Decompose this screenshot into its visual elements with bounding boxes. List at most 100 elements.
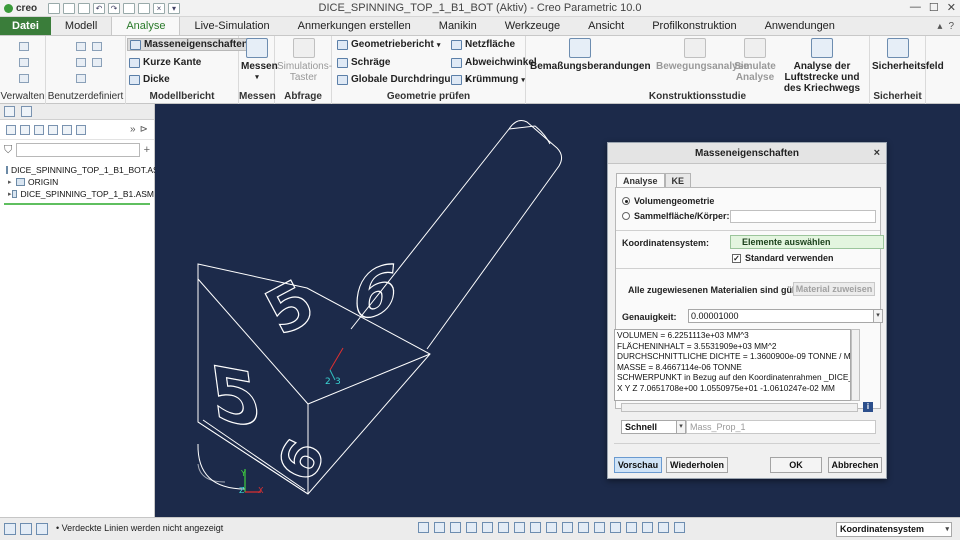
cancel-button[interactable]: Abbrechen [828, 457, 882, 473]
view-manager-icon[interactable] [514, 522, 525, 533]
dialog-title-bar[interactable]: Masseneigenschaften × [608, 143, 886, 164]
manage-icon-1[interactable] [19, 42, 29, 51]
annotation-display-icon[interactable] [562, 522, 573, 533]
custom-icon-4[interactable] [92, 58, 102, 67]
new-file-icon[interactable] [48, 2, 60, 14]
kurze-kante-button[interactable]: Kurze Kante [129, 57, 201, 68]
custom-icon-2[interactable] [92, 42, 102, 51]
close-icon[interactable]: × [874, 143, 880, 164]
coord-system-collector[interactable]: Elemente auswählen [730, 235, 884, 249]
preview-button[interactable]: Vorschau [614, 457, 662, 473]
tree-item-subassembly[interactable]: ▸ DICE_SPINNING_TOP_1_B1.ASM [0, 188, 154, 200]
perspective-icon[interactable] [530, 522, 541, 533]
help-icon[interactable]: ? [948, 21, 954, 32]
section-icon[interactable] [594, 522, 605, 533]
creo-logo[interactable]: creo [0, 3, 48, 14]
spin-center-icon[interactable] [578, 522, 589, 533]
regenerate-icon[interactable] [123, 2, 135, 14]
minimize-icon[interactable]: — [910, 1, 921, 14]
display-style-icon[interactable] [482, 522, 493, 533]
netzflaeche-button[interactable]: Netzfläche [451, 39, 515, 50]
expand-panel-icon[interactable]: » [130, 124, 136, 135]
tab-analyse[interactable]: Analyse [111, 17, 181, 35]
schraege-button[interactable]: Schräge [337, 57, 390, 68]
bemassungsberandungen-button[interactable]: Bemaßungsberandungen [530, 38, 651, 72]
tab-analyse-dialog[interactable]: Analyse [616, 173, 665, 188]
surface-body-collector[interactable] [730, 210, 876, 223]
window-icon[interactable] [138, 2, 150, 14]
simulations-taster-button[interactable]: Simulations-Taster [277, 38, 332, 83]
undo-icon[interactable]: ↶ [93, 2, 105, 14]
selection-filter-icon[interactable] [642, 522, 653, 533]
datum-display-icon[interactable] [546, 522, 557, 533]
tab-profilkonstruktion[interactable]: Profilkonstruktion [638, 17, 750, 35]
zoom-out-icon[interactable] [450, 522, 461, 533]
tree-filter-icon[interactable] [62, 124, 72, 135]
layer-view-icon[interactable] [48, 124, 58, 135]
open-folder-icon[interactable] [63, 2, 75, 14]
list-view-icon[interactable] [20, 124, 30, 135]
refit-icon[interactable] [418, 522, 429, 533]
tree-view-icon[interactable] [34, 124, 44, 135]
mode-select[interactable]: Schnell [621, 420, 677, 434]
info-icon[interactable]: i [863, 402, 873, 412]
assign-material-button[interactable]: Material zuweisen [793, 282, 875, 296]
dicke-button[interactable]: Dicke [129, 74, 170, 85]
radio-volumengeometrie[interactable]: Volumengeometrie [622, 196, 714, 206]
tree-settings-icon[interactable] [6, 124, 16, 135]
geometriebericht-button[interactable]: Geometriebericht ▾ [337, 39, 440, 50]
ok-button[interactable]: OK [770, 457, 822, 473]
custom-icon-5[interactable] [76, 74, 86, 83]
mode-dropdown-icon[interactable]: ▾ [676, 420, 686, 434]
accuracy-dropdown-icon[interactable]: ▾ [873, 309, 883, 323]
luftstrecke-button[interactable]: Analyse der Luftstrecke und des Kriechwe… [776, 38, 868, 94]
model-tree-tab-icon[interactable] [4, 106, 15, 117]
abweichwinkel-button[interactable]: Abweichwinkel [451, 57, 537, 68]
tab-anmerkungen[interactable]: Anmerkungen erstellen [284, 17, 425, 35]
tab-werkzeuge[interactable]: Werkzeuge [491, 17, 574, 35]
tab-anwendungen[interactable]: Anwendungen [751, 17, 849, 35]
close-window-icon[interactable]: × [153, 2, 165, 14]
pin-icon[interactable]: ⊳ [140, 124, 154, 135]
results-textbox[interactable]: VOLUMEN = 6.2251113e+03 MM^3 FLÄCHENINHA… [614, 329, 851, 401]
saved-views-icon[interactable] [498, 522, 509, 533]
close-icon[interactable]: ✕ [947, 1, 956, 14]
tab-ke[interactable]: KE [664, 173, 692, 188]
add-icon[interactable]: + [144, 144, 150, 156]
save-icon[interactable] [78, 2, 90, 14]
tab-modell[interactable]: Modell [51, 17, 111, 35]
messen-button[interactable]: Messen ▾ [241, 38, 278, 83]
kruemmung-button[interactable]: Krümmung ▾ [451, 74, 525, 85]
repaint-icon[interactable] [466, 522, 477, 533]
masseneigenschaften-button[interactable]: Masseneigenschaften▾ [127, 38, 258, 51]
custom-icon-3[interactable] [76, 58, 86, 67]
grid-toggle-icon[interactable] [4, 523, 16, 535]
funnel-icon[interactable]: ⛉ [4, 144, 12, 157]
more-options-icon[interactable] [626, 522, 637, 533]
tab-live-simulation[interactable]: Live-Simulation [180, 17, 283, 35]
tree-item-root[interactable]: DICE_SPINNING_TOP_1_B1_BOT.ASM [0, 164, 166, 176]
accuracy-input[interactable]: 0.00001000 [688, 309, 874, 323]
customize-dropdown-icon[interactable]: ▾ [168, 2, 180, 14]
insert-here-marker[interactable] [4, 203, 150, 205]
radio-sammelflaeche[interactable]: Sammelfläche/Körper: [622, 211, 730, 221]
zoom-in-icon[interactable] [434, 522, 445, 533]
analysis-name-input[interactable]: Mass_Prop_1 [686, 420, 876, 434]
use-default-checkbox[interactable]: ✓ Standard verwenden [732, 253, 834, 263]
browser-toggle-icon[interactable] [20, 523, 32, 535]
pause-icon[interactable] [610, 522, 621, 533]
group-label-verwalten[interactable]: Verwalten [0, 91, 45, 102]
manage-icon-3[interactable] [19, 74, 29, 83]
chevron-right-icon[interactable]: ▸ [8, 178, 16, 186]
folder-browser-tab-icon[interactable] [21, 106, 32, 117]
tree-item-origin[interactable]: ▸ ORIGIN [0, 176, 154, 188]
simulate-analyse-button[interactable]: Simulate Analyse [734, 38, 776, 83]
results-vertical-scrollbar[interactable] [851, 329, 860, 401]
tab-manikin[interactable]: Manikin [425, 17, 491, 35]
manage-icon-2[interactable] [19, 58, 29, 67]
globale-durchdringung-button[interactable]: Globale Durchdringung ▾ [337, 74, 469, 85]
tree-columns-icon[interactable] [76, 124, 86, 135]
results-horizontal-scrollbar[interactable] [621, 403, 858, 412]
custom-icon-1[interactable] [76, 42, 86, 51]
tab-datei[interactable]: Datei [0, 17, 51, 35]
